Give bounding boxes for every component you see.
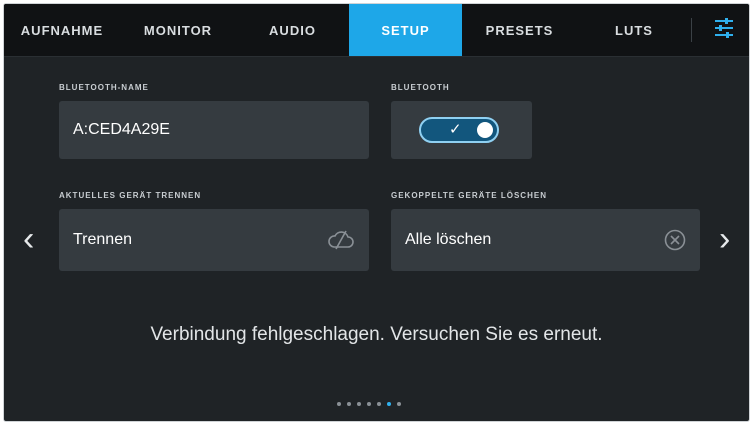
camera-setup-screen: AUFNAHME MONITOR AUDIO SETUP PRESETS LUT…	[3, 3, 750, 422]
page-indicator	[337, 402, 401, 406]
bluetooth-toggle[interactable]: ✓	[419, 117, 499, 143]
tab-aufnahme[interactable]: AUFNAHME	[4, 4, 120, 56]
bluetooth-name-field[interactable]: A:CED4A29E	[59, 101, 369, 159]
bluetooth-name-value: A:CED4A29E	[73, 121, 170, 138]
page-dot	[377, 402, 381, 406]
page-dot	[337, 402, 341, 406]
status-message: Verbindung fehlgeschlagen. Versuchen Sie…	[150, 324, 603, 345]
clear-paired-button-label: Alle löschen	[405, 231, 492, 248]
close-circle-icon	[664, 229, 686, 256]
tab-presets[interactable]: PRESETS	[462, 4, 577, 56]
tab-audio[interactable]: AUDIO	[236, 4, 349, 56]
toggle-knob	[477, 122, 493, 138]
page-dot	[367, 402, 371, 406]
bluetooth-toggle-card[interactable]: ✓	[391, 101, 532, 159]
check-icon: ✓	[449, 121, 462, 138]
page-dot	[347, 402, 351, 406]
tab-divider	[691, 18, 692, 42]
next-page-arrow[interactable]: ›	[719, 222, 730, 256]
disconnect-button-label: Trennen	[73, 231, 132, 248]
page-dot	[357, 402, 361, 406]
tab-monitor[interactable]: MONITOR	[120, 4, 236, 56]
disconnect-label: AKTUELLES GERÄT TRENNEN	[59, 191, 202, 200]
clear-paired-button[interactable]: Alle löschen	[391, 209, 700, 271]
tab-setup[interactable]: SETUP	[349, 4, 462, 56]
clear-paired-label: GEKOPPELTE GERÄTE LÖSCHEN	[391, 191, 547, 200]
bluetooth-label: BLUETOOTH	[391, 83, 450, 92]
disconnect-button[interactable]: Trennen	[59, 209, 369, 271]
page-dot	[397, 402, 401, 406]
tab-luts[interactable]: LUTS	[577, 4, 691, 56]
bluetooth-name-label: BLUETOOTH-NAME	[59, 83, 149, 92]
cloud-icon	[327, 228, 355, 257]
page-dot-active	[387, 402, 391, 406]
previous-page-arrow[interactable]: ‹	[23, 222, 34, 256]
menu-button[interactable]	[704, 4, 744, 56]
settings-sliders-icon	[713, 17, 735, 44]
tab-bar: AUFNAHME MONITOR AUDIO SETUP PRESETS LUT…	[4, 4, 749, 57]
